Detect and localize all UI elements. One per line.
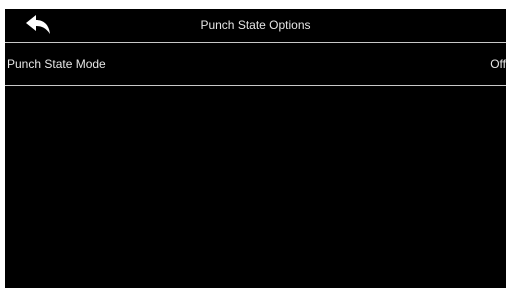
setting-value: Off bbox=[490, 57, 506, 71]
back-arrow-icon bbox=[26, 15, 50, 34]
setting-label: Punch State Mode bbox=[7, 57, 106, 71]
setting-row-punch-state-mode[interactable]: Punch State Mode Off bbox=[5, 43, 506, 86]
back-button[interactable] bbox=[11, 10, 65, 40]
page-title: Punch State Options bbox=[200, 18, 311, 32]
title-bar: Punch State Options bbox=[5, 9, 506, 43]
device-screen: Punch State Options Punch State Mode Off bbox=[5, 9, 506, 288]
